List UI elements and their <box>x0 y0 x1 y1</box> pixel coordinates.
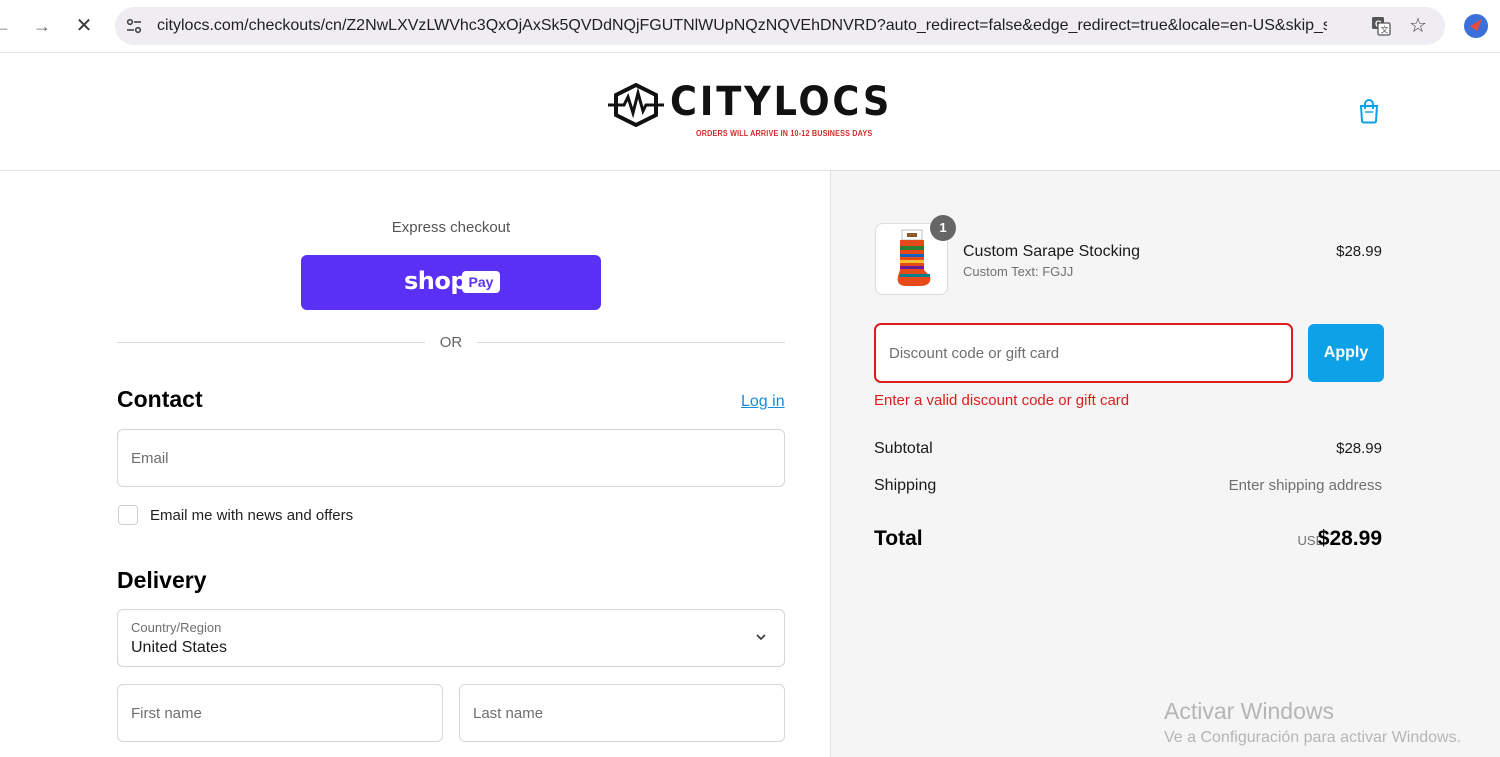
shop-pay-wordmark: shop <box>404 267 468 295</box>
first-name-field[interactable]: First name <box>117 684 443 742</box>
product-name: Custom Sarape Stocking <box>963 243 1140 260</box>
profile-avatar[interactable] <box>1464 14 1488 38</box>
shop-pay-badge: Pay <box>462 271 500 293</box>
browser-toolbar: ← → ✕ citylocs.com/checkouts/cn/Z2NwLXVz… <box>0 0 1500 53</box>
newsletter-label[interactable]: Email me with news and offers <box>150 507 353 524</box>
order-summary: 1 Custom Sarape Stocking Custom Text: FG… <box>830 171 1500 757</box>
login-link[interactable]: Log in <box>741 393 785 411</box>
windows-activation-title: Activar Windows <box>1164 698 1334 724</box>
country-label: Country/Region <box>131 620 222 635</box>
last-name-placeholder: Last name <box>473 705 544 722</box>
first-name-placeholder: First name <box>131 705 202 722</box>
discount-code-input[interactable]: Discount code or gift card <box>874 323 1293 383</box>
express-checkout-label: Express checkout <box>391 219 511 236</box>
or-divider: OR <box>117 333 785 353</box>
total-value: $28.99 <box>1317 527 1382 550</box>
email-placeholder: Email <box>131 450 169 467</box>
address-bar[interactable]: citylocs.com/checkouts/cn/Z2NwLXVzLWVhc3… <box>115 7 1445 45</box>
subtotal-label: Subtotal <box>874 440 933 457</box>
divider-line-right <box>477 342 785 343</box>
last-name-field[interactable]: Last name <box>459 684 785 742</box>
brand-tagline: ORDERS WILL ARRIVE IN 10-12 BUSINESS DAY… <box>696 129 873 138</box>
apply-discount-button[interactable]: Apply <box>1308 324 1384 382</box>
forward-arrow-icon[interactable]: → <box>30 14 54 38</box>
bookmark-star-icon[interactable]: ☆ <box>1409 13 1427 38</box>
product-custom-text: Custom Text: FGJJ <box>963 264 1074 279</box>
or-label: OR <box>439 334 463 351</box>
translate-icon[interactable]: G 文 <box>1371 16 1391 36</box>
brand-logo[interactable]: CITYLOCS ORDERS WILL ARRIVE IN 10-12 BUS… <box>608 79 889 141</box>
site-settings-icon[interactable] <box>125 17 143 35</box>
shipping-value: Enter shipping address <box>1228 477 1382 494</box>
url-text[interactable]: citylocs.com/checkouts/cn/Z2NwLXVzLWVhc3… <box>157 17 1327 35</box>
checkout-form: Express checkout shop Pay OR Contact Log… <box>0 171 830 757</box>
country-value: United States <box>131 639 228 656</box>
windows-activation-subtitle: Ve a Configuración para activar Windows. <box>1164 729 1462 746</box>
shop-pay-button[interactable]: shop Pay <box>301 255 601 310</box>
newsletter-checkbox[interactable] <box>118 505 138 525</box>
discount-placeholder: Discount code or gift card <box>889 345 1060 362</box>
divider-line-left <box>117 342 425 343</box>
quantity-badge: 1 <box>930 215 956 241</box>
svg-text:文: 文 <box>1381 25 1389 35</box>
logo-hexagon-icon <box>608 83 664 127</box>
shopping-bag-icon[interactable] <box>1357 98 1381 124</box>
email-field[interactable]: Email <box>117 429 785 487</box>
back-arrow-icon[interactable]: ← <box>0 14 14 38</box>
stop-icon[interactable]: ✕ <box>72 14 96 38</box>
product-price: $28.99 <box>1336 243 1382 260</box>
discount-error-message: Enter a valid discount code or gift card <box>874 392 1130 409</box>
total-label: Total <box>874 527 923 550</box>
chevron-down-icon <box>756 634 766 641</box>
contact-heading: Contact <box>117 386 203 412</box>
site-header: CITYLOCS ORDERS WILL ARRIVE IN 10-12 BUS… <box>0 53 1500 171</box>
shipping-label: Shipping <box>874 477 937 494</box>
delivery-heading: Delivery <box>117 567 207 593</box>
brand-name: CITYLOCS <box>670 79 893 125</box>
subtotal-value: $28.99 <box>1336 440 1382 457</box>
country-select[interactable]: Country/Region United States <box>117 609 785 667</box>
